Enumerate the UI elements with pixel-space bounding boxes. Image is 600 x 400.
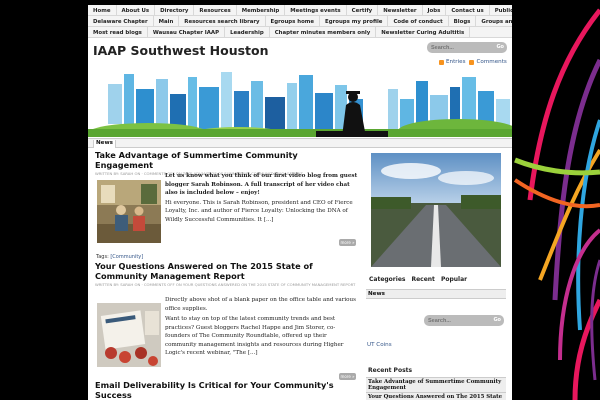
nav-item-groups-and-networks[interactable]: Groups and networks (476, 16, 512, 26)
nav-item-main[interactable]: Main (154, 16, 180, 26)
nav-item-directory[interactable]: Directory (155, 5, 195, 15)
nav-item-newsletter-curing-adultitis[interactable]: Newsletter Curing Adultitis (376, 27, 471, 37)
entries-feed-link[interactable]: Entries (439, 59, 465, 65)
post-2: Your Questions Answered on The 2015 Stat… (95, 261, 358, 287)
rss-icon (469, 59, 475, 65)
nav-item-home[interactable]: Home (88, 5, 117, 15)
sidebar-search-go-button[interactable]: Go (493, 317, 501, 323)
nav-item-newsletter[interactable]: Newsletter (378, 5, 423, 15)
post-2-excerpt: Directly above shot of a blank paper on … (165, 296, 358, 358)
nav-row-3: Most read blogs Wausau Chapter IAAP Lead… (88, 27, 512, 38)
search-go-button[interactable]: Go (496, 44, 504, 50)
nav-item-jobs[interactable]: Jobs (423, 5, 447, 15)
post-1-excerpt: Let us know what you think of our first … (165, 172, 358, 224)
ut-coins-link[interactable]: UT Coins (367, 342, 392, 348)
main-nav: Home About Us Directory Resources Member… (88, 5, 512, 38)
feed-links: Entries Comments (439, 59, 507, 65)
comments-label: Comments (476, 59, 507, 65)
tags-label: Tags: (96, 254, 109, 260)
sidebar-news-category[interactable]: News (366, 289, 506, 299)
sidebar-search: Go (424, 315, 504, 326)
post-1-body: Hi everyone. This is Sarah Robinson, pre… (165, 199, 353, 223)
news-tab[interactable]: News (93, 140, 116, 148)
rss-icon (439, 59, 444, 65)
post-2-body: Want to stay on top of the latest commun… (165, 316, 344, 356)
sidebar-news-label: News (368, 291, 385, 297)
nav-row-1: Home About Us Directory Resources Member… (88, 5, 512, 16)
header-search: Go (427, 42, 507, 53)
post-3: Email Deliverability Is Critical for You… (95, 380, 358, 400)
post-title[interactable]: Email Deliverability Is Critical for You… (95, 380, 358, 400)
recent-posts-list: Take Advantage of Summertime Community E… (366, 377, 506, 400)
header-banner-image (88, 69, 512, 137)
sidebar-road-image[interactable] (371, 153, 501, 267)
comments-feed-link[interactable]: Comments (469, 59, 507, 65)
nav-item-about-us[interactable]: About Us (117, 5, 156, 15)
post-1-thumbnail[interactable] (97, 180, 161, 243)
post-2-more-button[interactable]: more » (339, 373, 356, 380)
post-1-intro: Let us know what you think of our first … (165, 173, 358, 196)
nav-item-blogs[interactable]: Blogs (449, 16, 477, 26)
nav-item-meetings-events[interactable]: Meetings events (285, 5, 347, 15)
nav-item-membership[interactable]: Membership (237, 5, 286, 15)
nav-item-egroups-home[interactable]: Egroups home (266, 16, 321, 26)
nav-item-resources[interactable]: Resources (194, 5, 237, 15)
post-meta: Written by: Sarah On · Comments Off on Y… (95, 282, 356, 287)
tab-recent[interactable]: Recent (411, 276, 434, 283)
nav-item-wausau-chapter[interactable]: Wausau Chapter IAAP (148, 27, 226, 37)
post-2-intro: Directly above shot of a blank paper on … (165, 297, 357, 312)
nav-item-certify[interactable]: Certify (347, 5, 379, 15)
tab-popular[interactable]: Popular (441, 276, 467, 283)
nav-item-publications[interactable]: Publications (490, 5, 512, 15)
nav-item-most-read-blogs[interactable]: Most read blogs (88, 27, 148, 37)
nav-item-egroups-my-profile[interactable]: Egroups my profile (320, 16, 389, 26)
nav-item-leadership[interactable]: Leadership (225, 27, 270, 37)
page-container: Home About Us Directory Resources Member… (88, 5, 512, 400)
nav-item-resources-search-library[interactable]: Resources search library (179, 16, 266, 26)
nav-item-contact-us[interactable]: Contact us (446, 5, 490, 15)
sidebar-tabs: Categories Recent Popular (369, 276, 467, 283)
nav-item-code-of-conduct[interactable]: Code of conduct (388, 16, 449, 26)
sidebar-search-input[interactable] (428, 316, 488, 325)
post-1-tags: Tags: [Community] (96, 254, 143, 260)
recent-post-item[interactable]: Your Questions Answered on The 2015 Stat… (366, 392, 506, 400)
tab-categories[interactable]: Categories (369, 276, 405, 283)
search-input[interactable] (431, 43, 491, 52)
site-title[interactable]: IAAP Southwest Houston (93, 43, 269, 58)
post-title[interactable]: Your Questions Answered on The 2015 Stat… (95, 261, 358, 281)
entries-label: Entries (446, 59, 466, 65)
tag-community-link[interactable]: [Community] (110, 254, 143, 260)
post-1-more-button[interactable]: more » (339, 239, 356, 246)
post-2-thumbnail[interactable] (97, 303, 161, 367)
nav-item-delaware-chapter[interactable]: Delaware Chapter (88, 16, 154, 26)
recent-posts-heading: Recent Posts (368, 367, 413, 374)
nav-item-chapter-minutes[interactable]: Chapter minutes members only (270, 27, 377, 37)
news-tab-bar: News (88, 138, 512, 148)
recent-post-item[interactable]: Take Advantage of Summertime Community E… (366, 377, 506, 392)
nav-row-2: Delaware Chapter Main Resources search l… (88, 16, 512, 27)
post-title[interactable]: Take Advantage of Summertime Community E… (95, 150, 358, 170)
